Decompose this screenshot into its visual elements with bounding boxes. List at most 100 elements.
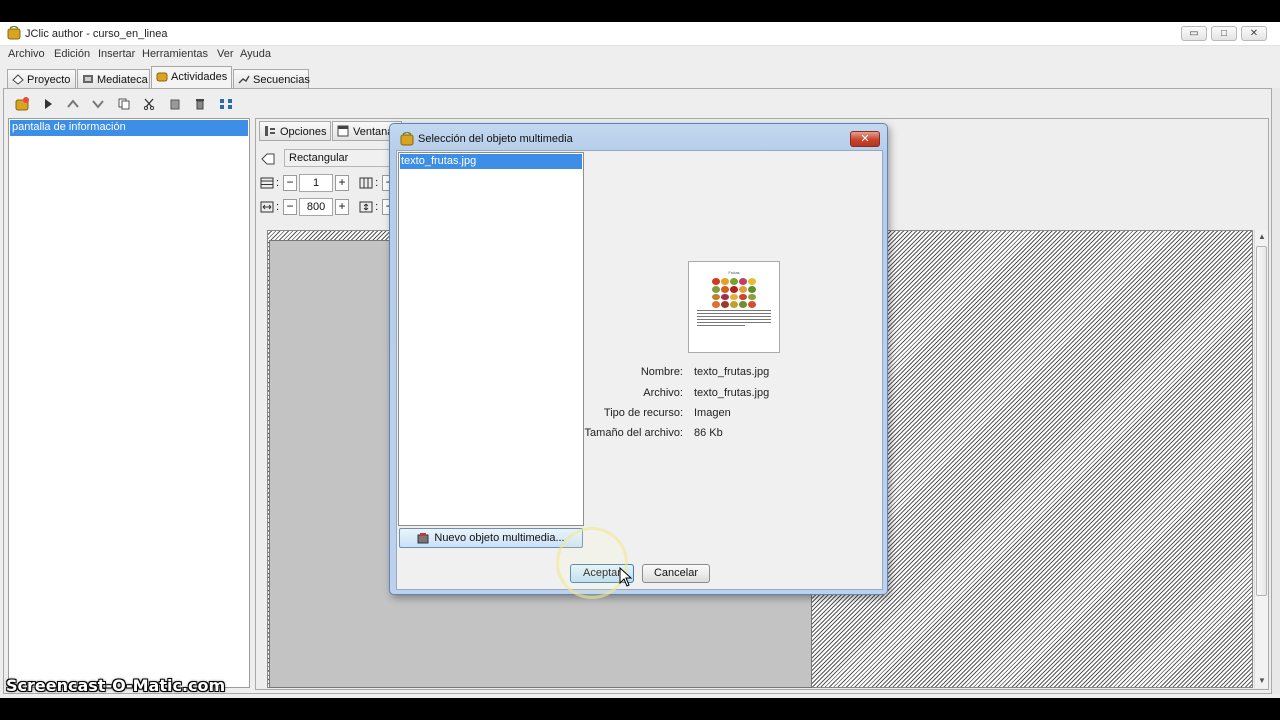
- width-input[interactable]: 800: [299, 198, 334, 216]
- tab-actividades[interactable]: Actividades: [151, 66, 232, 88]
- close-icon: ✕: [1249, 28, 1259, 39]
- media-preview-image: Frutas: [688, 261, 780, 353]
- tab-secuencias-label: Secuencias: [253, 74, 310, 86]
- video-letterbox-top: [0, 0, 1280, 22]
- new-media-object-label: Nuevo objeto multimedia...: [434, 532, 565, 544]
- tab-opciones-label: Opciones: [280, 126, 327, 138]
- paste-icon: [170, 99, 180, 110]
- menu-ayuda[interactable]: Ayuda: [240, 48, 271, 60]
- canvas-vertical-scrollbar[interactable]: ▲ ▼: [1254, 230, 1268, 688]
- close-icon: ✕: [860, 133, 870, 145]
- project-icon: [12, 74, 24, 85]
- fruit-illustration: [712, 278, 756, 308]
- shape-row: Rectangular: [260, 149, 400, 169]
- rows-input[interactable]: 1: [299, 174, 334, 192]
- activity-list[interactable]: pantalla de información: [8, 118, 250, 688]
- info-file-label: Archivo:: [643, 387, 683, 399]
- maximize-icon: □: [1220, 28, 1228, 39]
- tab-ventana-label: Ventana: [353, 126, 394, 138]
- dialog-body: texto_frutas.jpg Nuevo objeto multimedia…: [396, 150, 883, 590]
- width-icon: [260, 201, 274, 213]
- size-row: : − 800 + : −: [260, 197, 398, 217]
- preview-activity-button[interactable]: [40, 96, 56, 112]
- new-activity-icon: [15, 97, 29, 111]
- menu-ver[interactable]: Ver: [217, 48, 234, 60]
- move-down-button[interactable]: [90, 96, 106, 112]
- menu-bar: Archivo Edición Insertar Herramientas Ve…: [0, 46, 1280, 65]
- copy-button[interactable]: [116, 96, 132, 112]
- list-item[interactable]: texto_frutas.jpg: [400, 154, 582, 169]
- menu-edicion[interactable]: Edición: [54, 48, 90, 60]
- preview-heading: Frutas: [728, 270, 740, 275]
- scroll-down-icon[interactable]: ▼: [1255, 674, 1269, 688]
- paste-button[interactable]: [167, 96, 183, 112]
- activities-icon: [156, 72, 168, 82]
- tab-mediateca-label: Mediateca: [97, 74, 148, 86]
- click-highlight: [556, 527, 628, 599]
- info-type-label: Tipo de recurso:: [603, 407, 683, 419]
- dialog-title: Selección del objeto multimedia: [418, 133, 573, 145]
- info-name-label: Nombre:: [640, 366, 683, 378]
- media-object-list[interactable]: texto_frutas.jpg: [398, 152, 584, 526]
- info-name-value: texto_frutas.jpg: [694, 366, 770, 378]
- shape-select[interactable]: Rectangular: [284, 149, 394, 167]
- list-item[interactable]: pantalla de información: [10, 120, 248, 136]
- rows-increment-button[interactable]: +: [335, 175, 350, 191]
- tab-proyecto-label: Proyecto: [27, 74, 71, 86]
- scroll-up-icon[interactable]: ▲: [1255, 230, 1269, 244]
- new-activity-button[interactable]: [14, 96, 30, 112]
- height-icon: [359, 201, 373, 213]
- minimize-icon: ▭: [1189, 28, 1199, 39]
- width-decrement-button[interactable]: −: [283, 199, 298, 215]
- width-increment-button[interactable]: +: [335, 199, 350, 215]
- maximize-button[interactable]: □: [1211, 26, 1237, 41]
- menu-archivo[interactable]: Archivo: [8, 48, 45, 60]
- main-tab-strip: Proyecto Mediateca Actividades Secuencia…: [0, 66, 1280, 88]
- window-icon: [337, 125, 349, 137]
- new-media-object-button[interactable]: Nuevo objeto multimedia...: [399, 528, 583, 548]
- options-icon: [265, 126, 275, 136]
- shape-icon: [261, 153, 275, 165]
- new-media-icon: [417, 533, 429, 544]
- rows-row: : − 1 + : −: [260, 173, 398, 193]
- cut-button[interactable]: [141, 96, 157, 112]
- info-file-value: texto_frutas.jpg: [694, 387, 770, 399]
- move-down-icon: [92, 100, 104, 109]
- sequences-icon: [238, 75, 250, 84]
- media-selection-dialog: Selección del objeto multimedia ✕ texto_…: [389, 123, 888, 595]
- close-window-button[interactable]: ✕: [1241, 26, 1267, 41]
- scrollbar-thumb[interactable]: [1256, 246, 1267, 596]
- info-size-value: 86 Kb: [694, 427, 723, 439]
- minimize-button[interactable]: ▭: [1181, 26, 1207, 41]
- cut-icon: [143, 98, 155, 110]
- copy-icon: [118, 98, 130, 110]
- window-right-scrollbar[interactable]: [1272, 88, 1280, 694]
- layout-button[interactable]: [218, 96, 234, 112]
- tab-actividades-label: Actividades: [171, 71, 228, 83]
- menu-insertar[interactable]: Insertar: [98, 48, 135, 60]
- rows-icon: [260, 177, 274, 189]
- media-library-icon: [83, 75, 93, 83]
- tab-proyecto[interactable]: Proyecto: [7, 69, 76, 88]
- cancel-button[interactable]: Cancelar: [642, 564, 710, 583]
- move-up-icon: [67, 99, 79, 108]
- dialog-close-button[interactable]: ✕: [850, 131, 880, 147]
- video-letterbox-bottom: [0, 698, 1280, 720]
- info-type-value: Imagen: [694, 407, 731, 419]
- tab-mediateca[interactable]: Mediateca: [77, 69, 150, 88]
- info-size-label: Tamaño del archivo:: [584, 427, 683, 439]
- jclic-app-icon: [7, 26, 21, 40]
- rows-decrement-button[interactable]: −: [283, 175, 298, 191]
- layout-icon: [220, 99, 232, 109]
- columns-icon: [359, 177, 373, 189]
- jclic-dialog-icon: [400, 132, 414, 146]
- tab-secuencias[interactable]: Secuencias: [233, 69, 310, 88]
- move-up-button[interactable]: [65, 96, 81, 112]
- tab-opciones[interactable]: Opciones: [259, 121, 331, 141]
- screencast-watermark: Screencast-O-Matic.com: [6, 676, 226, 695]
- play-icon: [45, 99, 52, 109]
- menu-herramientas[interactable]: Herramientas: [142, 48, 208, 60]
- window-title: JClic author - curso_en_linea: [25, 28, 168, 40]
- delete-icon: [196, 99, 204, 110]
- delete-button[interactable]: [192, 96, 208, 112]
